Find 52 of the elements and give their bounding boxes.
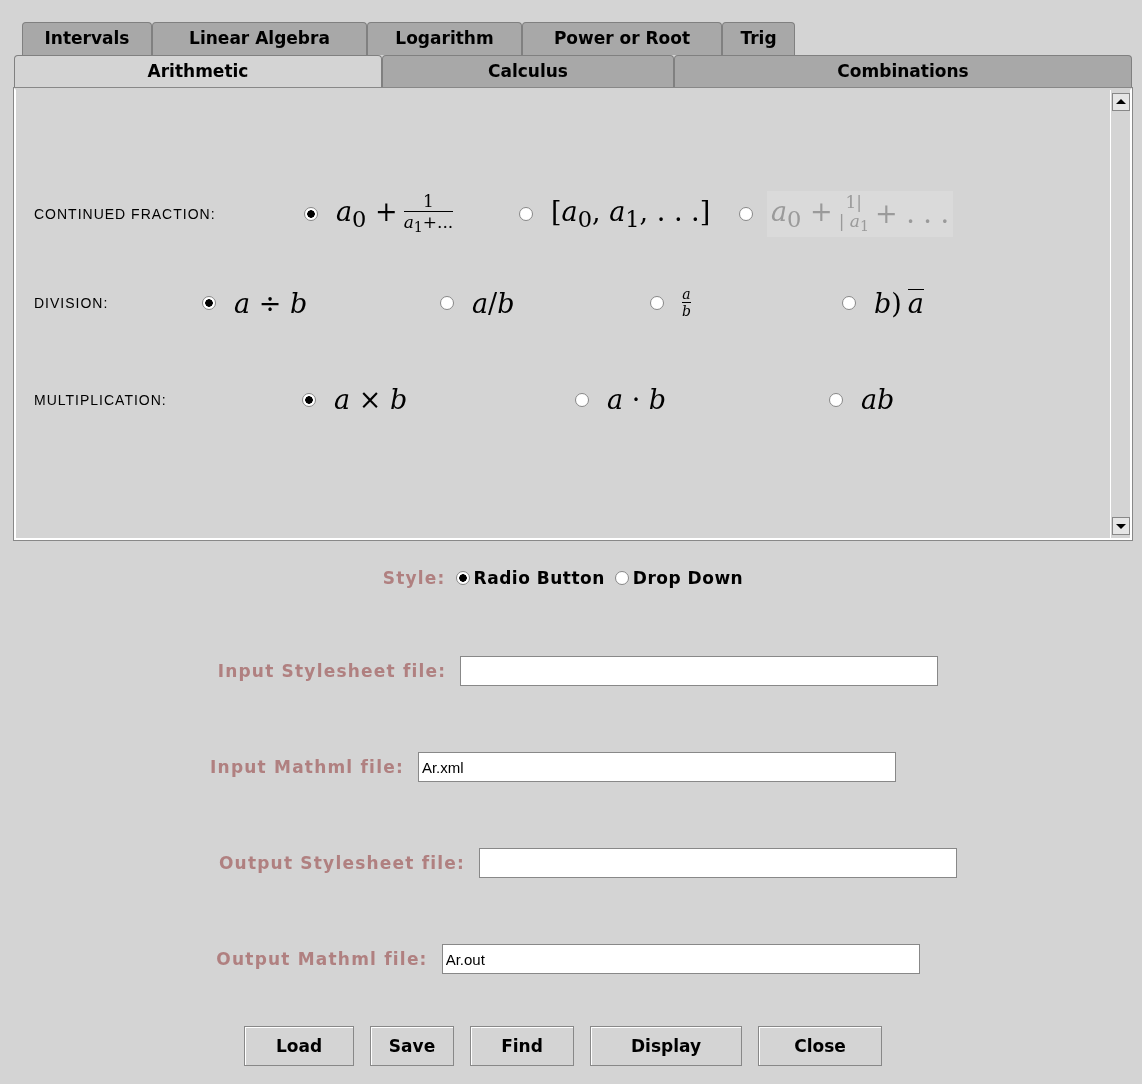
- radio-button[interactable]: [575, 392, 589, 407]
- radio-button[interactable]: [829, 392, 843, 407]
- formula: a · b: [606, 383, 668, 417]
- scroll-up-icon[interactable]: [1111, 93, 1130, 111]
- radio-button[interactable]: [202, 296, 216, 311]
- action-button[interactable]: Find: [470, 1026, 574, 1066]
- tab[interactable]: Intervals: [22, 22, 152, 55]
- formula: a$_{0}$ + 1| | a$_{1}$ + . . .: [767, 191, 954, 237]
- field-label: Input Mathml file:: [210, 757, 404, 777]
- radio-button[interactable]: [519, 206, 533, 221]
- file-field[interactable]: [479, 848, 958, 878]
- action-button[interactable]: Close: [758, 1026, 882, 1066]
- radio-button[interactable]: [302, 392, 316, 407]
- formula: a × b: [333, 383, 409, 417]
- tab[interactable]: Combinations: [674, 55, 1132, 88]
- file-field[interactable]: [460, 656, 939, 686]
- file-field[interactable]: Ar.out: [441, 944, 920, 974]
- radio-button[interactable]: [304, 206, 318, 221]
- radio-button[interactable]: [650, 296, 664, 311]
- field-label: Output Mathml file:: [216, 949, 428, 969]
- formula: a ÷ b: [233, 286, 309, 321]
- tab[interactable]: Logarithm: [367, 22, 522, 55]
- radio-button[interactable]: [614, 571, 629, 585]
- radio-label[interactable]: Radio Button: [473, 568, 605, 588]
- setting-label: DIVISION:: [34, 295, 110, 312]
- formula: a/b: [471, 286, 516, 321]
- setting-label: CONTINUED FRACTION:: [34, 205, 217, 222]
- tab[interactable]: Trig: [722, 22, 795, 55]
- action-button[interactable]: Load: [244, 1026, 354, 1066]
- radio-button[interactable]: [842, 296, 856, 311]
- formula: ab: [860, 383, 896, 417]
- formula: b) a: [873, 286, 925, 321]
- action-button[interactable]: Save: [370, 1026, 454, 1066]
- formula: a b: [681, 285, 692, 322]
- tab[interactable]: Power or Root: [522, 22, 722, 55]
- scroll-down-icon[interactable]: [1111, 517, 1130, 535]
- action-button[interactable]: Display: [590, 1026, 742, 1066]
- field-label: Input Stylesheet file:: [217, 661, 447, 681]
- formula: a$_{0}$ + 1 a$_{1}$+...: [335, 190, 455, 238]
- radio-button[interactable]: [455, 571, 470, 585]
- tab[interactable]: Linear Algebra: [152, 22, 367, 55]
- tab[interactable]: Calculus: [382, 55, 674, 88]
- scrollbar[interactable]: [1110, 90, 1130, 538]
- file-field[interactable]: Ar.xml: [417, 752, 896, 782]
- radio-button[interactable]: [440, 296, 454, 311]
- radio-button[interactable]: [739, 206, 753, 221]
- formula: [a$_{0}$, a$_{1}$, . . .]: [550, 194, 712, 234]
- tab[interactable]: Arithmetic: [14, 55, 382, 88]
- radio-label[interactable]: Drop Down: [632, 568, 744, 588]
- field-label: Output Stylesheet file:: [218, 853, 466, 873]
- style-label: Style:: [382, 568, 446, 588]
- setting-label: MULTIPLICATION:: [34, 391, 168, 408]
